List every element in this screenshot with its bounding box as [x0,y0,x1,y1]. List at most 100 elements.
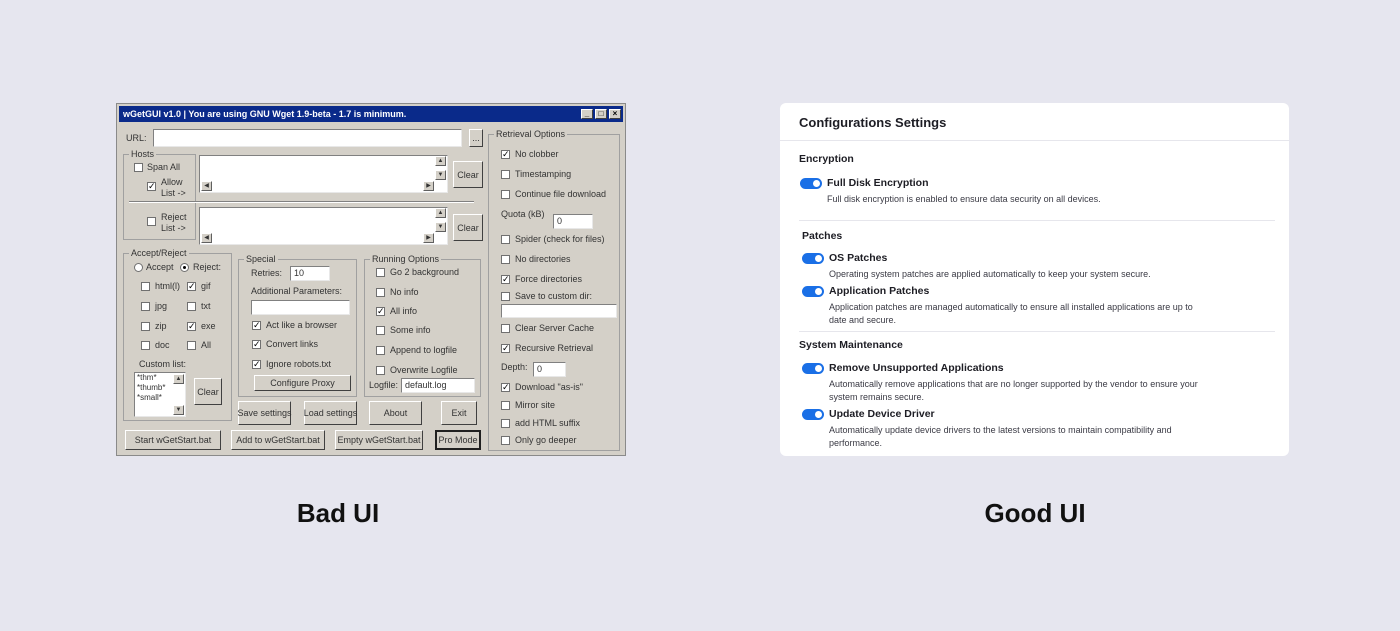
accept-radio[interactable] [134,263,143,272]
scroll-up-icon[interactable]: ▲ [435,208,446,218]
url-browse-button[interactable]: ... [469,129,483,147]
add-button[interactable]: Add to wGetStart.bat [231,430,325,450]
save-custom-dir-checkbox[interactable] [501,292,510,301]
download-as-is-checkbox[interactable]: ✓ [501,383,510,392]
running-option-checkbox[interactable]: ✓ [376,307,385,316]
custom-list-item[interactable]: *thumb* [137,383,185,393]
url-label: URL: [126,133,147,143]
allow-list-label: Allow List -> [161,177,186,198]
scroll-left-icon[interactable]: ◀ [201,233,212,243]
type-checkbox[interactable]: ✓ [187,322,196,331]
logfile-label: Logfile: [369,380,399,390]
running-option-label: Go 2 background [390,267,460,277]
additional-params-input[interactable] [251,300,350,315]
retries-input[interactable]: 10 [290,266,330,281]
start-button[interactable]: Start wGetStart.bat [125,430,221,450]
type-label: jpg [155,301,168,311]
mirror-site-checkbox[interactable] [501,401,510,410]
full-disk-encryption-toggle[interactable] [800,178,822,189]
allow-list-checkbox[interactable]: ✓ [147,182,156,191]
option-title: OS Patches [829,252,888,264]
span-all-checkbox[interactable] [134,163,143,172]
running-option-checkbox[interactable] [376,268,385,277]
depth-input[interactable]: 0 [533,362,566,377]
act-like-browser-checkbox[interactable]: ✓ [252,321,261,330]
force-directories-checkbox[interactable]: ✓ [501,275,510,284]
exit-button[interactable]: Exit [441,401,477,425]
running-option-checkbox[interactable] [376,346,385,355]
custom-dir-input[interactable] [501,304,617,318]
custom-list-item[interactable]: *small* [137,393,185,403]
recursive-retrieval-checkbox[interactable]: ✓ [501,344,510,353]
toggle-knob [815,255,822,262]
clear-server-cache-label: Clear Server Cache [515,323,595,333]
type-checkbox[interactable] [141,302,150,311]
scroll-left-icon[interactable]: ◀ [201,181,212,191]
allow-list-box[interactable] [199,155,448,193]
retrieval-options-title: Retrieval Options [494,129,568,140]
pro-mode-button[interactable]: Pro Mode [435,430,481,450]
scroll-down-icon[interactable]: ▼ [173,405,184,415]
convert-links-checkbox[interactable]: ✓ [252,340,261,349]
hosts-title: Hosts [129,149,157,160]
application-patches-toggle[interactable] [802,286,824,297]
url-input[interactable] [153,129,462,147]
window-title: wGetGUI v1.0 | You are using GNU Wget 1.… [123,109,407,119]
option-description: Automatically update device drivers to t… [829,425,1172,448]
logfile-input[interactable]: default.log [401,378,475,393]
quota-input[interactable]: 0 [553,214,593,229]
type-checkbox[interactable] [141,322,150,331]
minimize-icon[interactable]: _ [581,109,593,119]
custom-list-label: Custom list: [139,359,187,369]
scroll-right-icon[interactable]: ▶ [423,181,434,191]
type-checkbox[interactable] [141,341,150,350]
settings-card: Configurations Settings Encryption Full … [780,103,1289,456]
scroll-up-icon[interactable]: ▲ [435,156,446,166]
configure-proxy-button[interactable]: Configure Proxy [254,375,351,391]
option-description: Application patches are managed automati… [829,302,1193,325]
type-label: exe [201,321,216,331]
no-clobber-checkbox[interactable]: ✓ [501,150,510,159]
os-patches-toggle[interactable] [802,253,824,264]
download-as-is-label: Download "as-is" [515,382,583,392]
toggle-knob [815,411,822,418]
spider-checkbox[interactable] [501,235,510,244]
reject-label: Reject: [193,262,222,272]
reject-list-box[interactable] [199,207,448,245]
add-html-suffix-checkbox[interactable] [501,419,510,428]
only-go-deeper-checkbox[interactable] [501,436,510,445]
about-button[interactable]: About [369,401,422,425]
scroll-right-icon[interactable]: ▶ [423,233,434,243]
running-option-checkbox[interactable] [376,326,385,335]
custom-clear-button[interactable]: Clear [194,378,222,405]
scroll-down-icon[interactable]: ▼ [435,222,446,232]
continue-download-checkbox[interactable] [501,190,510,199]
no-directories-checkbox[interactable] [501,255,510,264]
scroll-down-icon[interactable]: ▼ [435,170,446,180]
running-option-checkbox[interactable] [376,366,385,375]
reject-clear-button[interactable]: Clear [453,214,483,241]
maximize-icon[interactable]: □ [595,109,607,119]
force-directories-label: Force directories [515,274,583,284]
save-settings-button[interactable]: Save settings [237,401,292,425]
section-title-patches: Patches [802,230,843,242]
scroll-up-icon[interactable]: ▲ [173,374,184,384]
legacy-window: wGetGUI v1.0 | You are using GNU Wget 1.… [116,103,626,456]
running-option-checkbox[interactable] [376,288,385,297]
update-device-driver-toggle[interactable] [802,409,824,420]
reject-list-checkbox[interactable] [147,217,156,226]
close-icon[interactable]: × [609,109,621,119]
load-settings-button[interactable]: Load settings [304,401,357,425]
timestamping-checkbox[interactable] [501,170,510,179]
allow-clear-button[interactable]: Clear [453,161,483,188]
type-checkbox[interactable] [187,341,196,350]
window-titlebar: wGetGUI v1.0 | You are using GNU Wget 1.… [119,106,623,122]
ignore-robots-checkbox[interactable]: ✓ [252,360,261,369]
clear-server-cache-checkbox[interactable] [501,324,510,333]
reject-radio[interactable] [180,263,189,272]
type-checkbox[interactable]: ✓ [187,282,196,291]
empty-button[interactable]: Empty wGetStart.bat [335,430,423,450]
remove-unsupported-apps-toggle[interactable] [802,363,824,374]
type-checkbox[interactable] [187,302,196,311]
type-checkbox[interactable] [141,282,150,291]
